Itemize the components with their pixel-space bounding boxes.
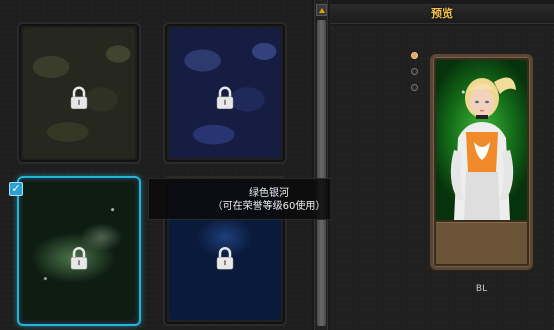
lock-icon [70, 247, 88, 270]
lock-icon [70, 86, 88, 110]
character-frame-base [436, 222, 527, 264]
lock-icon [216, 86, 234, 110]
character-portrait [436, 60, 527, 220]
lock-icon [216, 247, 234, 270]
scroll-thumb[interactable] [317, 20, 326, 326]
skin-card-green-galaxy[interactable] [17, 176, 141, 326]
character-preview-frame [430, 54, 533, 270]
preview-header: 预览 [330, 4, 554, 24]
skin-card-camo-olive[interactable] [17, 22, 141, 164]
arrow-up-icon[interactable] [316, 4, 327, 16]
skin-card-camo-blue[interactable] [163, 22, 287, 164]
preview-dot-1[interactable] [411, 52, 418, 59]
character-figure [450, 77, 516, 220]
preview-dot-3[interactable] [411, 84, 418, 91]
skin-grid: ✓ [0, 0, 312, 330]
checkmark-icon[interactable]: ✓ [9, 182, 23, 196]
scrollbar[interactable] [314, 0, 328, 330]
preview-dot-2[interactable] [411, 68, 418, 75]
character-name: BL [475, 284, 488, 294]
